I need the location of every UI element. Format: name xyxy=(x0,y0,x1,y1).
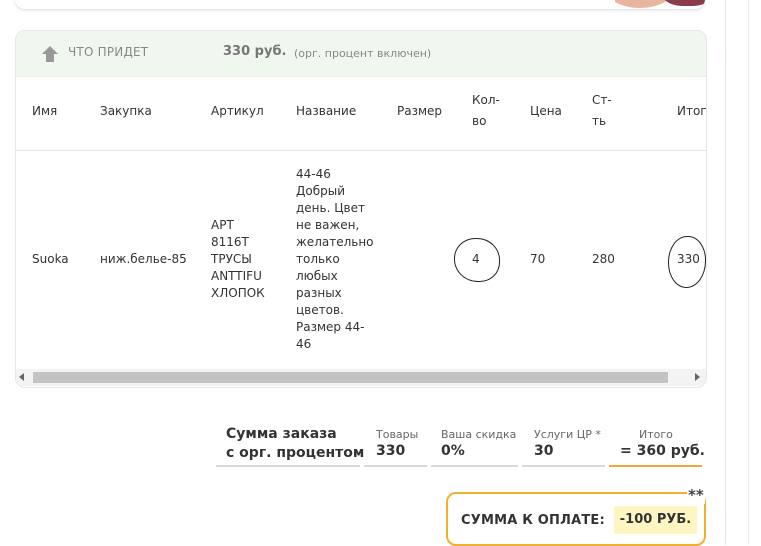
col-header-purchase: Закупка xyxy=(100,104,152,118)
col-header-size: Размер xyxy=(397,104,443,118)
total-value: = 360 руб. xyxy=(620,443,705,459)
scrollbar-thumb[interactable] xyxy=(33,372,668,383)
cell-cost: 280 xyxy=(592,252,615,266)
col-header-cost: Ст- ть xyxy=(592,93,612,128)
cell-title: 44-46 Добрый день. Цвет не важен, желате… xyxy=(296,167,374,351)
order-header[interactable]: ЧТО ПРИДЕТ 330 руб. (орг. процент включе… xyxy=(16,31,706,77)
payment-footnote-mark: ** xyxy=(687,486,705,504)
goods-label: Товары xyxy=(376,428,419,441)
payment-label: СУММА К ОПЛАТЕ: xyxy=(461,513,605,528)
services-underline xyxy=(522,465,605,467)
order-table: Имя Закупка Артикул Название Размер Кол-… xyxy=(16,76,706,368)
services-value: 30 xyxy=(534,443,554,459)
col-header-article: Артикул xyxy=(211,104,264,118)
cell-article: АРТ 8116Т ТРУСЫ ANTTIFU ХЛОПОК xyxy=(211,218,265,300)
cell-purchase: ниж.белье-85 xyxy=(100,252,187,266)
cell-price: 70 xyxy=(530,252,546,266)
goods-underline xyxy=(364,465,427,467)
discount-label: Ваша скидка xyxy=(441,428,517,441)
discount-underline xyxy=(431,465,518,467)
services-label: Услуги ЦР * xyxy=(534,428,601,441)
order-header-label: ЧТО ПРИДЕТ xyxy=(68,45,149,59)
payment-box: СУММА К ОПЛАТЕ: -100 РУБ. xyxy=(446,492,706,546)
col-header-title: Название xyxy=(296,104,357,118)
product-photo xyxy=(615,0,705,9)
total-circle-annotation xyxy=(668,236,706,288)
summary-title-underline xyxy=(216,465,360,467)
header-divider xyxy=(16,150,706,151)
qty-circle-annotation xyxy=(454,238,500,282)
cell-name: Suoka xyxy=(32,252,69,266)
goods-value: 330 xyxy=(376,443,406,459)
page-scrollbar-edge xyxy=(748,0,749,545)
scroll-right-icon[interactable] xyxy=(695,373,700,381)
scroll-left-icon[interactable] xyxy=(19,373,24,381)
payment-value: -100 РУБ. xyxy=(614,506,697,534)
order-panel: ЧТО ПРИДЕТ 330 руб. (орг. процент включе… xyxy=(15,30,707,388)
col-header-total: Итого xyxy=(677,104,706,118)
col-header-price: Цена xyxy=(530,104,562,118)
col-header-qty: Кол- во xyxy=(472,93,500,128)
order-header-amount: 330 руб. xyxy=(223,44,287,59)
horizontal-scrollbar[interactable] xyxy=(16,369,706,386)
discount-value: 0% xyxy=(441,443,465,459)
total-underline xyxy=(609,465,702,467)
order-header-note: (орг. процент включен) xyxy=(294,47,432,60)
total-label: Итого xyxy=(639,428,673,441)
summary-title: Сумма заказа с орг. процентом xyxy=(226,426,365,461)
col-header-name: Имя xyxy=(32,104,58,118)
previous-card xyxy=(15,0,705,9)
arrow-up-icon[interactable] xyxy=(40,44,60,64)
page-divider xyxy=(725,0,726,545)
